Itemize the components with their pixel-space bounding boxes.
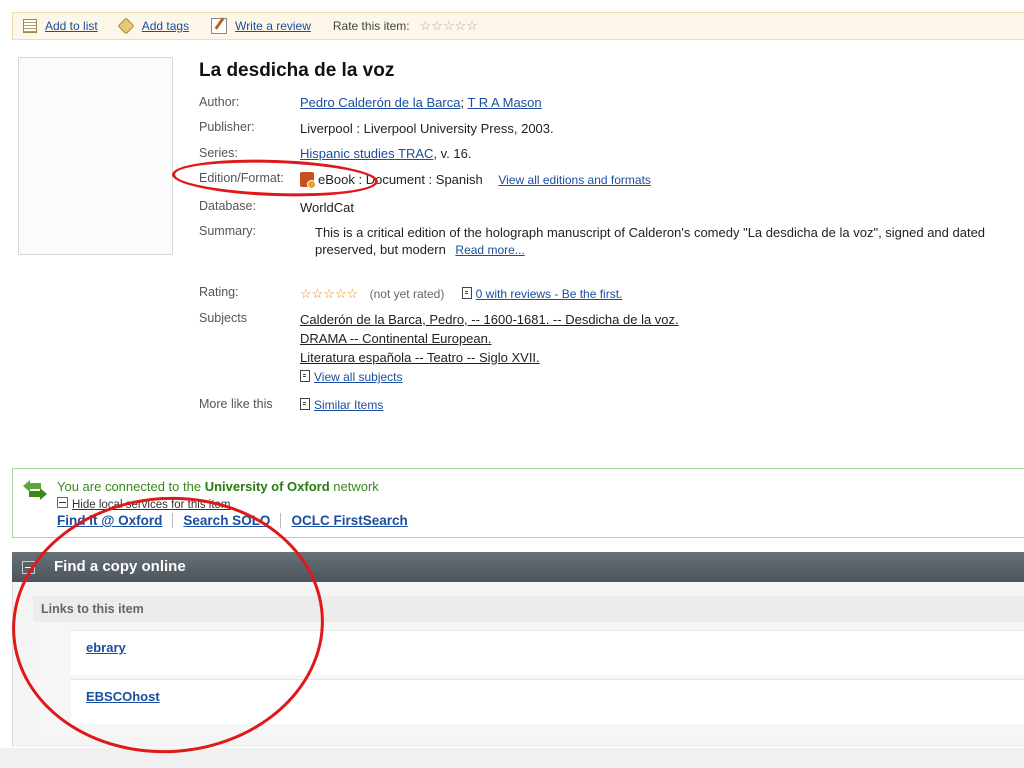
series-volume: , v. 16. xyxy=(433,146,472,161)
rating-value: ☆☆☆☆☆ (not yet rated) 0 with reviews - B… xyxy=(300,286,622,302)
view-all-subjects-action[interactable]: View all subjects xyxy=(300,370,403,384)
links-to-item-title: Links to this item xyxy=(41,602,144,616)
series-link[interactable]: Hispanic studies TRAC xyxy=(300,146,433,161)
oclc-firstsearch-link[interactable]: OCLC FirstSearch xyxy=(291,513,417,528)
publisher-value: Liverpool : Liverpool University Press, … xyxy=(300,121,554,136)
write-review-link[interactable]: Write a review xyxy=(235,19,311,33)
subject-link-2[interactable]: DRAMA -- Continental European. xyxy=(300,331,491,346)
edition-format-value: eBook : Document : Spanish View all edit… xyxy=(300,172,651,189)
find-it-oxford-link[interactable]: Find it @ Oxford xyxy=(57,513,174,528)
network-arrows-icon xyxy=(23,480,47,500)
document-icon xyxy=(300,398,310,410)
collapse-toggle-icon[interactable] xyxy=(22,561,35,574)
author-label: Author: xyxy=(199,95,240,109)
add-to-list-action[interactable]: Add to list xyxy=(23,19,98,33)
cover-image-placeholder xyxy=(18,57,173,255)
write-review-action[interactable]: Write a review xyxy=(211,18,311,34)
ebook-icon xyxy=(300,172,316,189)
summary-label: Summary: xyxy=(199,224,256,238)
find-copy-online-title: Find a copy online xyxy=(54,558,186,575)
network-institution: University of Oxford xyxy=(204,479,330,494)
ebscohost-link[interactable]: EBSCOhost xyxy=(86,689,160,704)
page-bottom-strip xyxy=(0,748,1024,768)
add-to-list-link[interactable]: Add to list xyxy=(45,19,98,33)
network-status-prefix: You are connected to the xyxy=(57,479,205,494)
summary-text-end: preserved, but modern xyxy=(315,242,446,257)
author-value: Pedro Calderón de la Barca; T R A Mason xyxy=(300,95,542,110)
hide-local-services-action[interactable]: Hide local services for this item xyxy=(57,497,231,511)
links-list: ebrary EBSCOhost xyxy=(33,622,1024,736)
read-more-link[interactable]: Read more... xyxy=(455,243,524,257)
add-tags-action[interactable]: Add tags xyxy=(117,17,189,35)
edition-format-label: Edition/Format: xyxy=(199,171,284,185)
reviews-link[interactable]: 0 with reviews - Be the first. xyxy=(476,287,623,301)
view-all-subjects-link[interactable]: View all subjects xyxy=(314,370,403,384)
links-to-item-heading: Links to this item xyxy=(33,596,1024,623)
local-services-panel: You are connected to the University of O… xyxy=(12,468,1024,538)
subject-link-1[interactable]: Calderón de la Barca, Pedro, -- 1600-168… xyxy=(300,312,679,327)
list-icon xyxy=(23,19,37,33)
similar-items-link[interactable]: Similar Items xyxy=(314,398,383,412)
rating-stars: ☆☆☆☆☆ xyxy=(300,286,359,301)
author-link-2[interactable]: T R A Mason xyxy=(467,95,541,110)
similar-items-action[interactable]: Similar Items xyxy=(300,398,383,412)
subjects-label: Subjects xyxy=(199,311,247,325)
series-label: Series: xyxy=(199,146,238,160)
more-like-this-label: More like this xyxy=(199,397,273,411)
rate-item-label: Rate this item: xyxy=(332,19,410,33)
summary-line-2: preserved, but modern Read more... xyxy=(315,242,525,257)
reviews-action[interactable]: 0 with reviews - Be the first. xyxy=(461,287,623,301)
author-link-1[interactable]: Pedro Calderón de la Barca xyxy=(300,95,460,110)
network-status-text: You are connected to the University of O… xyxy=(57,479,379,494)
author-separator: ; xyxy=(460,95,465,110)
hide-local-services-link[interactable]: Hide local services for this item xyxy=(72,499,231,511)
database-label: Database: xyxy=(199,199,256,213)
document-icon xyxy=(300,370,310,382)
local-services-links: Find it @ Oxford Search SOLO OCLC FirstS… xyxy=(57,513,428,528)
rating-label: Rating: xyxy=(199,285,239,299)
page-title: La desdicha de la voz xyxy=(199,60,395,81)
find-copy-online-header[interactable]: Find a copy online xyxy=(12,552,1024,582)
list-item: EBSCOhost xyxy=(71,679,1024,724)
document-icon xyxy=(461,287,472,299)
view-all-editions-link[interactable]: View all editions and formats xyxy=(498,173,651,187)
subject-link-3[interactable]: Literatura española -- Teatro -- Siglo X… xyxy=(300,350,540,365)
rate-item-stars[interactable]: ☆☆☆☆☆ xyxy=(420,18,478,34)
item-toolbar: Add to list Add tags Write a review Rate… xyxy=(12,12,1024,40)
tag-icon xyxy=(117,17,135,35)
summary-line-1: This is a critical edition of the hologr… xyxy=(315,225,986,240)
edition-format-text: eBook : Document : Spanish xyxy=(318,172,483,187)
network-status-suffix: network xyxy=(329,479,379,494)
rating-note: (not yet rated) xyxy=(369,287,445,301)
ebrary-link[interactable]: ebrary xyxy=(86,640,126,655)
collapse-icon xyxy=(57,497,68,508)
list-item: ebrary xyxy=(71,630,1024,675)
database-value: WorldCat xyxy=(300,200,354,215)
series-value: Hispanic studies TRAC, v. 16. xyxy=(300,146,471,161)
publisher-label: Publisher: xyxy=(199,120,255,134)
review-pencil-icon xyxy=(211,18,228,34)
add-tags-link[interactable]: Add tags xyxy=(142,19,189,33)
search-solo-link[interactable]: Search SOLO xyxy=(183,513,282,528)
find-copy-online-body: Links to this item ebrary EBSCOhost xyxy=(12,582,1024,747)
